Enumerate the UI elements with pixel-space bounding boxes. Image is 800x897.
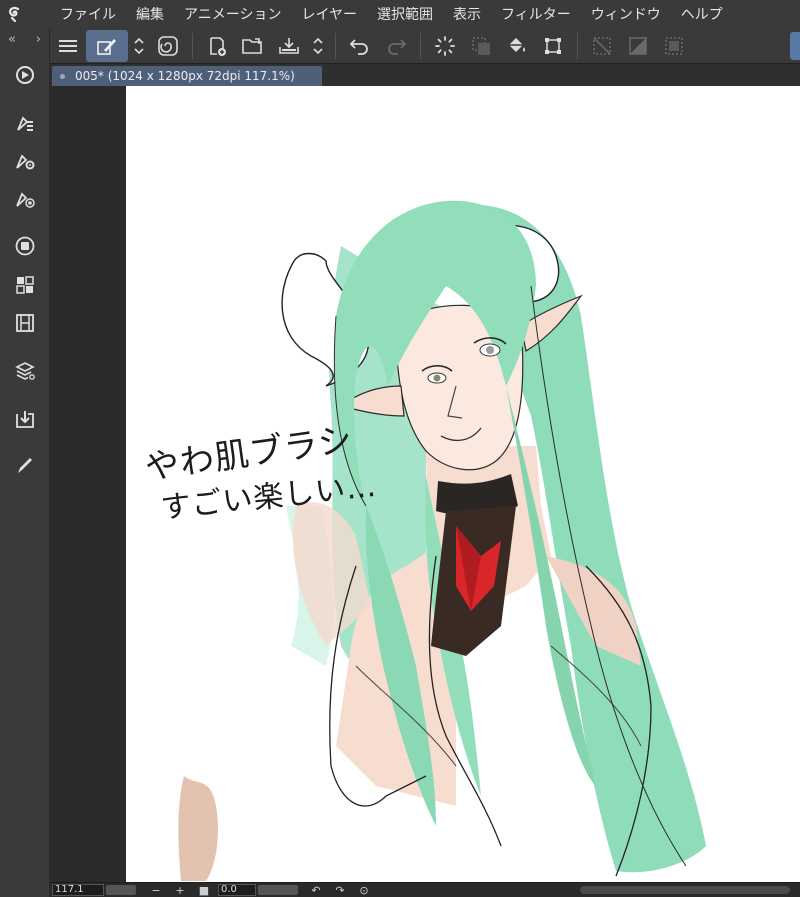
gradient-icon[interactable] xyxy=(620,30,656,62)
rotation-angle-field[interactable]: 0.0 xyxy=(218,884,256,896)
edit-mode-icon[interactable] xyxy=(86,29,128,62)
canvas-frame-icon[interactable] xyxy=(656,30,692,62)
pen-icon[interactable] xyxy=(10,450,40,480)
toolbar-divider xyxy=(335,32,336,59)
reset-rotation-icon[interactable]: ⊙ xyxy=(352,884,376,897)
crop-icon[interactable] xyxy=(584,30,620,62)
rotation-slider[interactable] xyxy=(258,885,298,895)
menu-help[interactable]: ヘルプ xyxy=(671,4,733,24)
material-download-icon[interactable] xyxy=(10,404,40,434)
zoom-value-field[interactable]: 117.1 xyxy=(52,884,104,896)
left-tool-rail: « › xyxy=(0,28,50,897)
tool-property-icon[interactable] xyxy=(10,146,40,176)
rail-collapse: « › xyxy=(0,28,49,50)
save-icon[interactable] xyxy=(271,30,307,62)
menu-filter[interactable]: フィルター xyxy=(491,4,581,24)
clip-studio-logo-icon[interactable] xyxy=(0,0,30,28)
toolbar-divider xyxy=(577,32,578,59)
color-set-icon[interactable] xyxy=(10,270,40,300)
expand-right-icon[interactable]: › xyxy=(36,32,41,47)
document-tab-bar: 005* (1024 x 1280px 72dpi 117.1%) xyxy=(50,64,800,86)
save-options-chevron-icon[interactable] xyxy=(307,30,329,62)
color-wheel-icon[interactable] xyxy=(10,231,40,261)
command-bar xyxy=(50,28,800,64)
tab-title: 005* (1024 x 1280px 72dpi 117.1%) xyxy=(75,69,295,83)
navigator-icon[interactable] xyxy=(10,60,40,90)
canvas-workspace[interactable]: やわ肌ブラシ すごい楽しい… xyxy=(50,86,800,882)
menu-layer[interactable]: レイヤー xyxy=(291,4,367,24)
new-document-icon[interactable] xyxy=(199,30,235,62)
transform-icon[interactable] xyxy=(535,30,571,62)
tab-document-005[interactable]: 005* (1024 x 1280px 72dpi 117.1%) xyxy=(52,66,322,86)
zoom-out-button[interactable]: − xyxy=(144,884,168,897)
toolbar-overflow-tab[interactable] xyxy=(790,32,800,60)
brush-size-icon[interactable] xyxy=(10,184,40,214)
rotate-right-icon[interactable]: ↷ xyxy=(328,884,352,897)
sub-tool-icon[interactable] xyxy=(10,108,40,138)
zoom-slider[interactable] xyxy=(106,885,136,895)
undo-icon[interactable] xyxy=(342,30,378,62)
menu-window[interactable]: ウィンドウ xyxy=(581,4,671,24)
menu-selection[interactable]: 選択範囲 xyxy=(367,4,443,24)
menu-bar: ファイル 編集 アニメーション レイヤー 選択範囲 表示 フィルター ウィンドウ… xyxy=(0,0,800,28)
menu-hamburger-icon[interactable] xyxy=(50,30,86,62)
rotate-left-icon[interactable]: ↶ xyxy=(304,884,328,897)
drawing-canvas[interactable]: やわ肌ブラシ すごい楽しい… xyxy=(126,86,800,882)
redo-icon[interactable] xyxy=(378,30,414,62)
fit-square-icon[interactable]: ■ xyxy=(192,884,216,897)
spiral-icon[interactable] xyxy=(150,30,186,62)
zoom-in-button[interactable]: + xyxy=(168,884,192,897)
clear-selection-icon[interactable] xyxy=(463,30,499,62)
mode-toggle-chevron-icon[interactable] xyxy=(128,30,150,62)
loading-spinner-icon[interactable] xyxy=(427,30,463,62)
tab-modified-dot-icon xyxy=(60,73,65,79)
toolbar-divider xyxy=(192,32,193,59)
menu-animation[interactable]: アニメーション xyxy=(174,4,291,24)
timeline-icon[interactable] xyxy=(10,308,40,338)
horizontal-scrollbar[interactable] xyxy=(580,886,790,894)
menu-file[interactable]: ファイル xyxy=(30,4,126,24)
fill-bucket-icon[interactable] xyxy=(499,30,535,62)
menu-view[interactable]: 表示 xyxy=(443,4,491,24)
collapse-left-icon[interactable]: « xyxy=(8,32,16,47)
status-bar: 117.1 − + ■ 0.0 ↶ ↷ ⊙ xyxy=(50,882,800,897)
toolbar-divider xyxy=(420,32,421,59)
menu-edit[interactable]: 編集 xyxy=(126,4,174,24)
layer-icon[interactable] xyxy=(10,356,40,386)
open-folder-icon[interactable] xyxy=(235,30,271,62)
